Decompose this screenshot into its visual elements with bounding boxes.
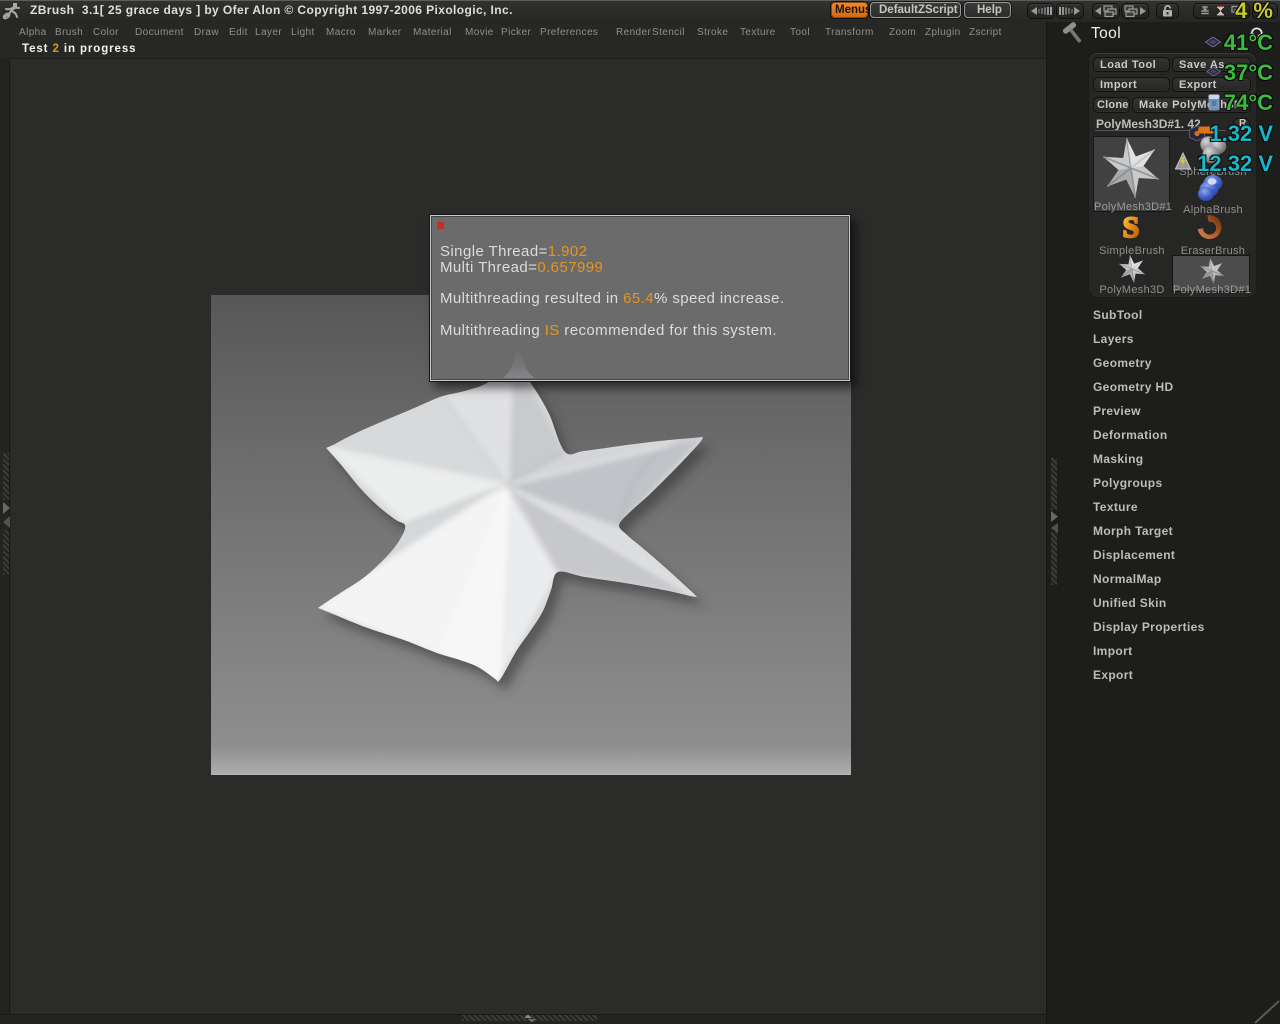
svg-text:S: S — [1123, 212, 1140, 242]
